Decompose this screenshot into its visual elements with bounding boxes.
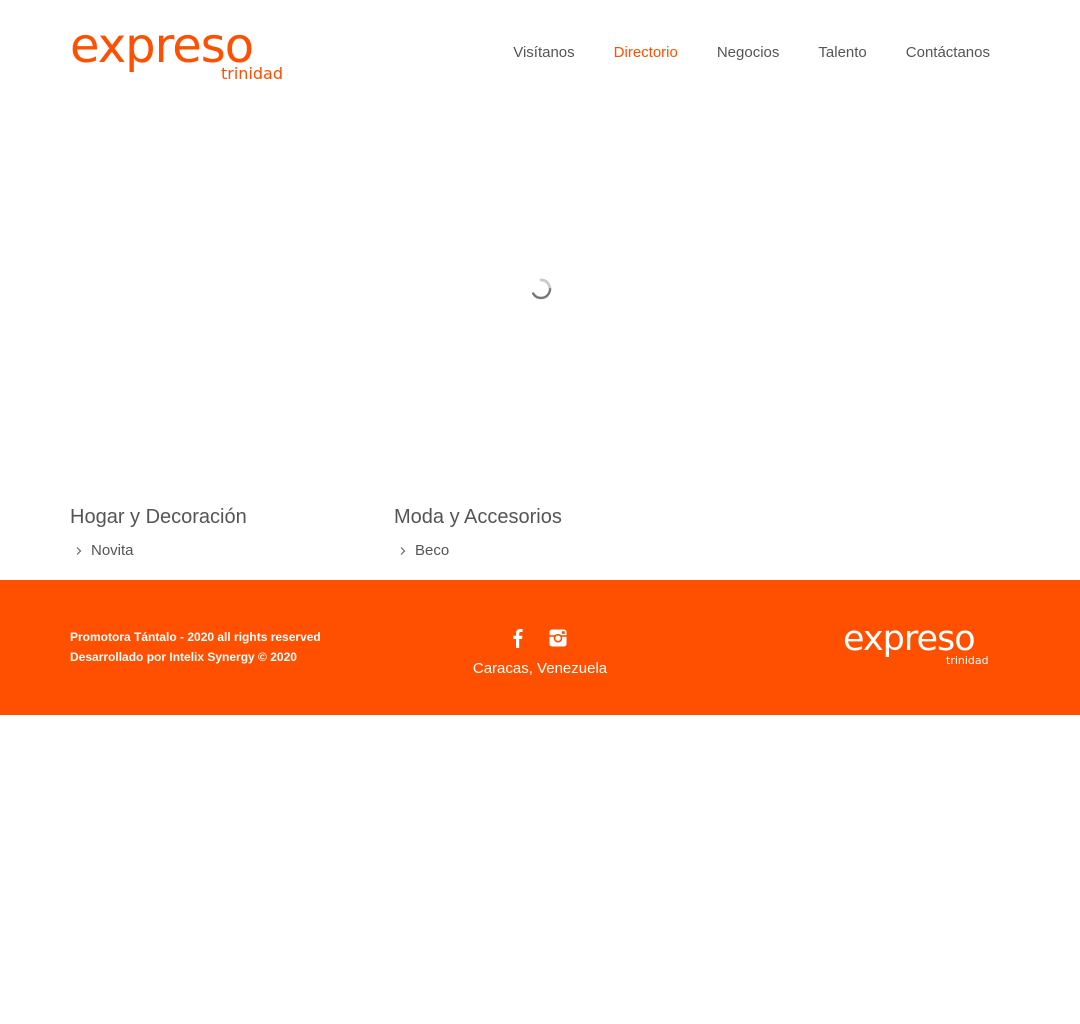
site-header: expreso trinidad Visítanos Directorio Ne…	[0, 0, 1080, 110]
expreso-trinidad-logo[interactable]: expreso trinidad	[70, 18, 285, 84]
category-moda-accesorios: Moda y Accesorios Beco	[394, 506, 562, 559]
category-link-novita[interactable]: Novita	[74, 542, 247, 559]
main-nav: Visítanos Directorio Negocios Talento Co…	[474, 44, 990, 61]
chevron-right-icon	[400, 546, 406, 555]
category-link-label: Novita	[91, 542, 134, 559]
nav-item-contactanos[interactable]: Contáctanos	[906, 44, 990, 61]
facebook-icon[interactable]	[509, 628, 527, 648]
chevron-right-icon	[76, 546, 82, 555]
footer-logo-subtitle: trinidad	[946, 654, 989, 667]
category-title: Moda y Accesorios	[394, 506, 562, 528]
nav-item-directorio[interactable]: Directorio	[614, 44, 678, 61]
instagram-icon[interactable]	[549, 628, 567, 648]
footer-logo: expreso trinidad	[843, 619, 993, 669]
category-link-beco[interactable]: Beco	[398, 542, 562, 559]
category-title: Hogar y Decoración	[70, 506, 247, 528]
loading-spinner-icon	[532, 278, 552, 300]
social-links	[509, 628, 567, 648]
nav-item-talento[interactable]: Talento	[818, 44, 866, 61]
site-footer: Promotora Tántalo - 2020 all rights rese…	[0, 580, 1080, 715]
nav-item-visitanos[interactable]: Visítanos	[513, 44, 574, 61]
nav-item-negocios[interactable]: Negocios	[717, 44, 780, 61]
category-link-label: Beco	[415, 542, 450, 559]
category-hogar-decoracion: Hogar y Decoración Novita	[70, 506, 247, 559]
footer-logo-wordmark: expreso	[843, 619, 976, 659]
copyright-text: Promotora Tántalo - 2020 all rights rese…	[70, 630, 321, 644]
logo-subtitle: trinidad	[221, 64, 283, 83]
